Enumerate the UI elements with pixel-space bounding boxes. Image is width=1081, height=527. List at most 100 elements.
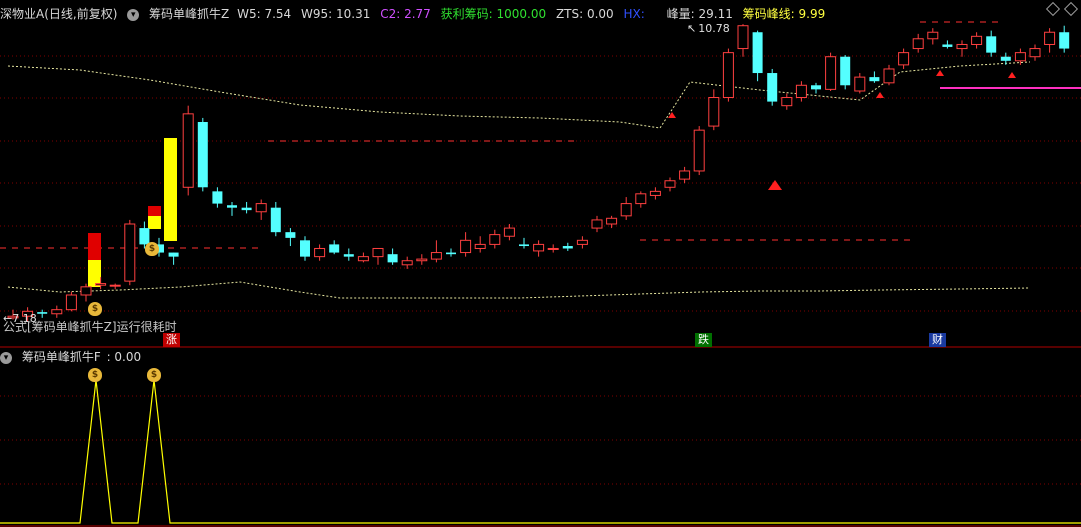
candle-body — [767, 73, 778, 102]
candle-body — [956, 43, 968, 50]
candle-body — [825, 56, 837, 90]
stock-chart[interactable] — [0, 0, 1081, 527]
sub-indicator-header: ▾ 筹码单峰抓牛F : 0.00 — [0, 347, 147, 367]
candle-body — [854, 76, 866, 92]
candle-body — [197, 122, 208, 188]
candle-body — [679, 170, 691, 180]
candle-body — [372, 247, 384, 258]
candle-body — [752, 32, 763, 74]
candle-body — [1014, 52, 1026, 62]
candle-body — [51, 309, 63, 315]
candle-body — [606, 217, 618, 225]
candle-body — [416, 258, 428, 262]
candle-body — [474, 243, 486, 249]
candle-body — [314, 247, 326, 258]
candle-body — [591, 219, 603, 229]
candle-body — [255, 203, 267, 213]
indicator-name[interactable]: 筹码单峰抓牛Z — [149, 7, 229, 21]
candle-body — [285, 232, 296, 238]
candle-body — [519, 244, 529, 247]
candle-body — [1029, 48, 1041, 58]
candle-body — [547, 247, 559, 250]
candle-body — [562, 246, 573, 249]
candle-body — [869, 77, 880, 82]
up-arrow-icon — [1008, 72, 1016, 78]
candle-body — [1044, 31, 1056, 45]
candle-body — [1059, 32, 1070, 49]
candle-body — [95, 283, 107, 286]
candle-body — [109, 284, 121, 287]
rise-marker[interactable]: 涨 — [163, 333, 180, 347]
candle-body — [986, 36, 997, 53]
main-indicator-header: 深物业A(日线,前复权) ▾ 筹码单峰抓牛Z W5: 7.54 W95: 10.… — [0, 4, 831, 24]
candle-body — [182, 113, 194, 188]
chip-peak-block — [148, 206, 161, 216]
fall-marker[interactable]: 跌 — [695, 333, 712, 347]
candle-body — [635, 193, 647, 205]
moving-average-line — [7, 281, 1031, 299]
hx-value: HX: — [623, 7, 649, 21]
sub-indicator-name[interactable]: 筹码单峰抓牛F — [22, 350, 101, 364]
candle-body — [343, 254, 354, 257]
candle-body — [664, 180, 676, 188]
money-bag-icon: $ — [88, 302, 102, 316]
finance-marker[interactable]: 财 — [929, 333, 946, 347]
candle-body — [620, 203, 632, 217]
candle-body — [533, 243, 545, 252]
candle-body — [971, 35, 983, 45]
candle-body — [430, 252, 442, 260]
candle-body — [708, 97, 720, 127]
w95-value: W95: 10.31 — [301, 7, 371, 21]
indicator-menu-icon[interactable]: ▾ — [127, 8, 140, 21]
candle-body — [795, 84, 807, 99]
up-arrow-icon — [668, 112, 676, 118]
profit-chips-value: 获利筹码: 1000.00 — [440, 7, 547, 21]
candle-body — [124, 223, 136, 282]
candle-body — [840, 56, 851, 86]
up-arrow-icon — [876, 92, 884, 98]
candle-body — [168, 252, 179, 257]
chip-peak-block — [88, 233, 101, 260]
candle-body — [737, 25, 749, 50]
candle-body — [460, 239, 472, 254]
candle-body — [649, 190, 661, 196]
candle-body — [576, 239, 588, 245]
chip-peak-block — [88, 260, 101, 287]
c2-value: C2: 2.77 — [380, 7, 431, 21]
chip-peak-block — [164, 138, 177, 241]
candle-body — [401, 260, 413, 266]
sub-indicator-menu-icon[interactable]: ▾ — [0, 351, 12, 364]
candle-body — [693, 129, 705, 172]
candle-body — [898, 52, 910, 66]
money-bag-icon: $ — [147, 368, 161, 382]
w5-value: W5: 7.54 — [237, 7, 292, 21]
candle-body — [65, 294, 77, 311]
candle-body — [942, 44, 953, 47]
candle-body — [811, 85, 821, 90]
candle-body — [212, 191, 223, 204]
candle-body — [489, 234, 501, 245]
candle-body — [446, 252, 456, 255]
money-bag-icon: $ — [88, 368, 102, 382]
moving-average-line — [7, 61, 1031, 129]
stock-title[interactable]: 深物业A(日线,前复权) — [0, 7, 117, 21]
buy-triangle-icon — [768, 180, 782, 190]
candle-body — [80, 286, 92, 296]
candle-body — [912, 38, 924, 50]
candle-body — [300, 240, 310, 257]
candle-body — [781, 97, 793, 107]
candle-body — [722, 52, 734, 99]
formula-notice: 公式[筹码单峰抓牛Z]运行很耗时 — [3, 320, 177, 334]
candle-body — [883, 68, 895, 84]
candle-body — [227, 205, 237, 208]
candle-body — [357, 256, 369, 262]
zts-value: ZTS: 0.00 — [555, 7, 614, 21]
candle-body — [1000, 56, 1011, 61]
chip-peak-block — [148, 216, 161, 229]
sub-indicator-line — [0, 379, 1081, 524]
high-price-arrow-icon: ↖ — [687, 22, 697, 35]
money-bag-icon: $ — [145, 242, 159, 256]
sub-indicator-value: : 0.00 — [106, 350, 142, 364]
candle-body — [387, 254, 398, 263]
high-price-value: 10.78 — [698, 22, 730, 35]
